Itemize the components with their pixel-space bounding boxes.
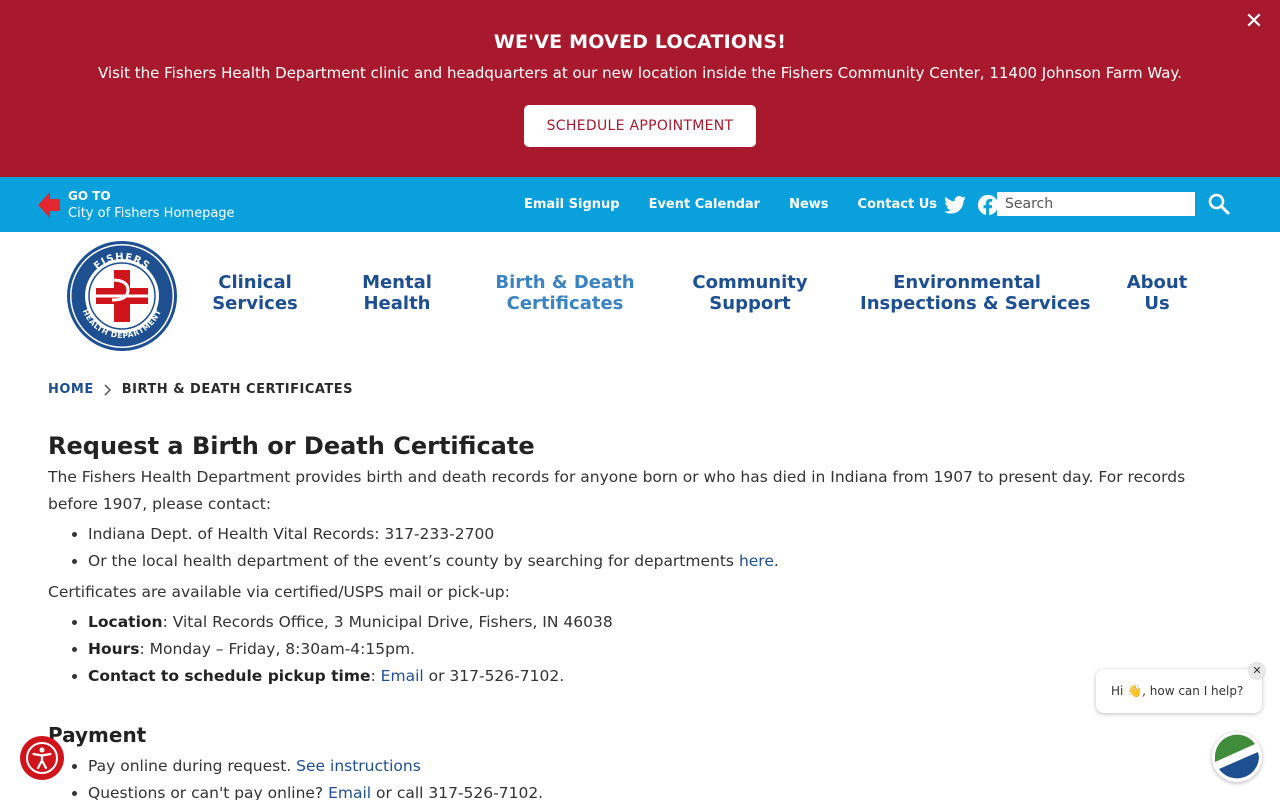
list-item: Questions or can't pay online? Email or … [88,780,1228,800]
main-nav: Clinical Services Mental Health Birth & … [0,272,1280,318]
chat-launcher-button[interactable] [1212,732,1262,782]
list-item-end: . [773,552,779,570]
contact-list: Indiana Dept. of Health Vital Records: 3… [48,521,1228,575]
nav-label-line1: About [1126,272,1188,293]
chat-greeting-bubble[interactable]: Hi 👋, how can I help? [1096,669,1262,713]
goto-city-homepage-link[interactable]: GO TO City of Fishers Homepage [38,185,235,225]
alert-title: WE'VE MOVED LOCATIONS! [493,31,787,53]
news-link[interactable]: News [789,197,828,212]
list-item: Location: Vital Records Office, 3 Munici… [88,609,1228,636]
alert-text: Visit the Fishers Health Department clin… [98,64,1182,82]
list-item: Hours: Monday – Friday, 8:30am-4:15pm. [88,636,1228,663]
goto-text: GO TO City of Fishers Homepage [68,187,235,223]
payment-list: Pay online during request. See instructi… [48,753,1228,800]
chat-logo-icon [1212,732,1262,782]
breadcrumb: HOME BIRTH & DEATH CERTIFICATES [48,382,353,397]
hours-label: Hours [88,640,140,658]
page-title: Request a Birth or Death Certificate [48,432,535,460]
nav-label-line2: Us [1144,293,1170,314]
nav-environmental-inspections[interactable]: Environmental Inspections & Services [860,272,1091,314]
nav-label-line2: Health [363,293,431,314]
contact-label: Contact to schedule pickup time [88,667,371,685]
contact-separator: : [370,667,381,685]
nav-label-line2: Services [212,293,298,314]
list-item-text: Pay online during request. [88,757,297,775]
nav-label-line1: Clinical [218,272,292,293]
twitter-icon[interactable] [943,193,967,217]
nav-label-line2: Inspections & Services [860,293,1091,314]
payment-heading: Payment [48,723,147,747]
nav-label-line2: Support [709,293,791,314]
payment-email-link[interactable]: Email [328,784,371,800]
schedule-appointment-button[interactable]: SCHEDULE APPOINTMENT [524,105,756,147]
alert-banner: WE'VE MOVED LOCATIONS! Visit the Fishers… [0,0,1280,177]
breadcrumb-home-link[interactable]: HOME [48,382,94,397]
contact-phone: or 317-526-7102. [423,667,565,685]
list-item: Contact to schedule pickup time: Email o… [88,663,1228,690]
nav-birth-death-certificates[interactable]: Birth & Death Certificates [490,272,640,314]
close-icon[interactable]: ✕ [1242,10,1266,34]
nav-clinical-services[interactable]: Clinical Services [205,272,305,314]
contact-us-link[interactable]: Contact Us [858,197,937,212]
close-icon[interactable]: ✕ [1249,663,1265,679]
list-item-text: Questions or can't pay online? [88,784,329,800]
search-icon[interactable] [1206,191,1232,217]
nav-mental-health[interactable]: Mental Health [352,272,442,314]
nav-label-line2: Certificates [506,293,624,314]
availability-paragraph: Certificates are available via certified… [48,583,510,601]
contact-email-link[interactable]: Email [381,667,424,685]
main-content: Request a Birth or Death Certificate The… [48,428,1228,800]
list-item-text: Or the local health department of the ev… [88,552,739,570]
list-item: Or the local health department of the ev… [88,548,1228,575]
see-instructions-link[interactable]: See instructions [296,757,421,775]
hours-value: : Monday – Friday, 8:30am-4:15pm. [139,640,415,658]
list-item: Indiana Dept. of Health Vital Records: 3… [88,521,1228,548]
search-input[interactable] [997,192,1195,216]
list-item-text: Indiana Dept. of Health Vital Records: 3… [88,525,495,543]
utility-links: Email Signup Event Calendar News Contact… [524,177,1042,232]
location-label: Location [88,613,163,631]
nav-label-line1: Environmental [893,272,1041,293]
accessibility-button[interactable] [20,736,64,780]
location-value: : Vital Records Office, 3 Municipal Driv… [162,613,613,631]
event-calendar-link[interactable]: Event Calendar [649,197,761,212]
nav-label-line1: Birth & Death [495,272,635,293]
accessibility-icon [26,742,58,774]
chevron-right-icon [104,383,111,396]
departments-here-link[interactable]: here [739,552,774,570]
utility-bar: GO TO City of Fishers Homepage Email Sig… [0,177,1280,232]
nav-label-line1: Mental [362,272,432,293]
email-signup-link[interactable]: Email Signup [524,197,620,212]
intro-paragraph: The Fishers Health Department provides b… [48,468,1186,513]
nav-label-line1: Community [692,272,808,293]
list-item: Pay online during request. See instructi… [88,753,1228,780]
goto-destination: City of Fishers Homepage [68,206,235,221]
details-list: Location: Vital Records Office, 3 Munici… [48,609,1228,690]
arrow-left-icon [38,192,60,218]
goto-label: GO TO [68,189,111,203]
list-item-end: or call 317-526-7102. [371,784,544,800]
nav-about-us[interactable]: About Us [1122,272,1192,314]
nav-community-support[interactable]: Community Support [690,272,810,314]
breadcrumb-current: BIRTH & DEATH CERTIFICATES [121,382,354,397]
